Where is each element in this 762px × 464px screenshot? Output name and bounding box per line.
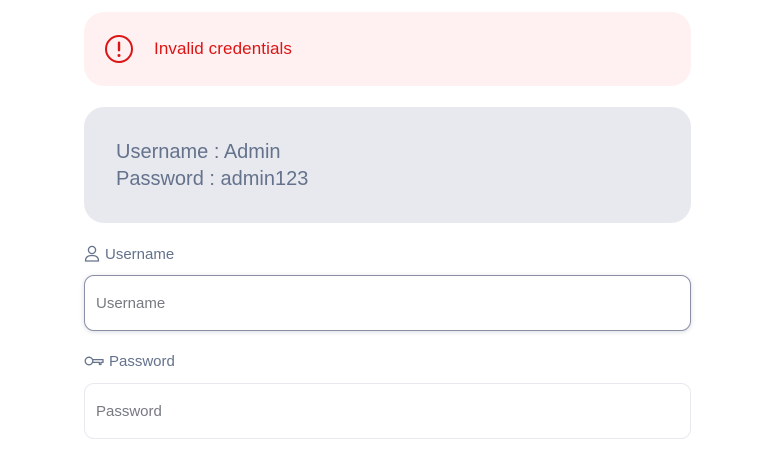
username-label: Username (84, 245, 174, 263)
password-label: Password (84, 353, 175, 370)
key-icon (84, 355, 104, 369)
login-page: Invalid credentials Username : Admin Pas… (0, 0, 762, 464)
alert-circle-icon (104, 34, 134, 64)
user-icon (84, 245, 100, 263)
password-input[interactable] (84, 383, 691, 439)
username-label-text: Username (105, 245, 175, 263)
hint-password: Password : admin123 (116, 168, 309, 190)
error-message: Invalid credentials (154, 39, 292, 58)
username-input[interactable] (84, 275, 691, 331)
credentials-hint: Username : Admin Password : admin123 (84, 107, 691, 223)
error-alert: Invalid credentials (84, 12, 691, 86)
password-label-text: Password (109, 353, 175, 370)
hint-username: Username : Admin (116, 141, 281, 163)
